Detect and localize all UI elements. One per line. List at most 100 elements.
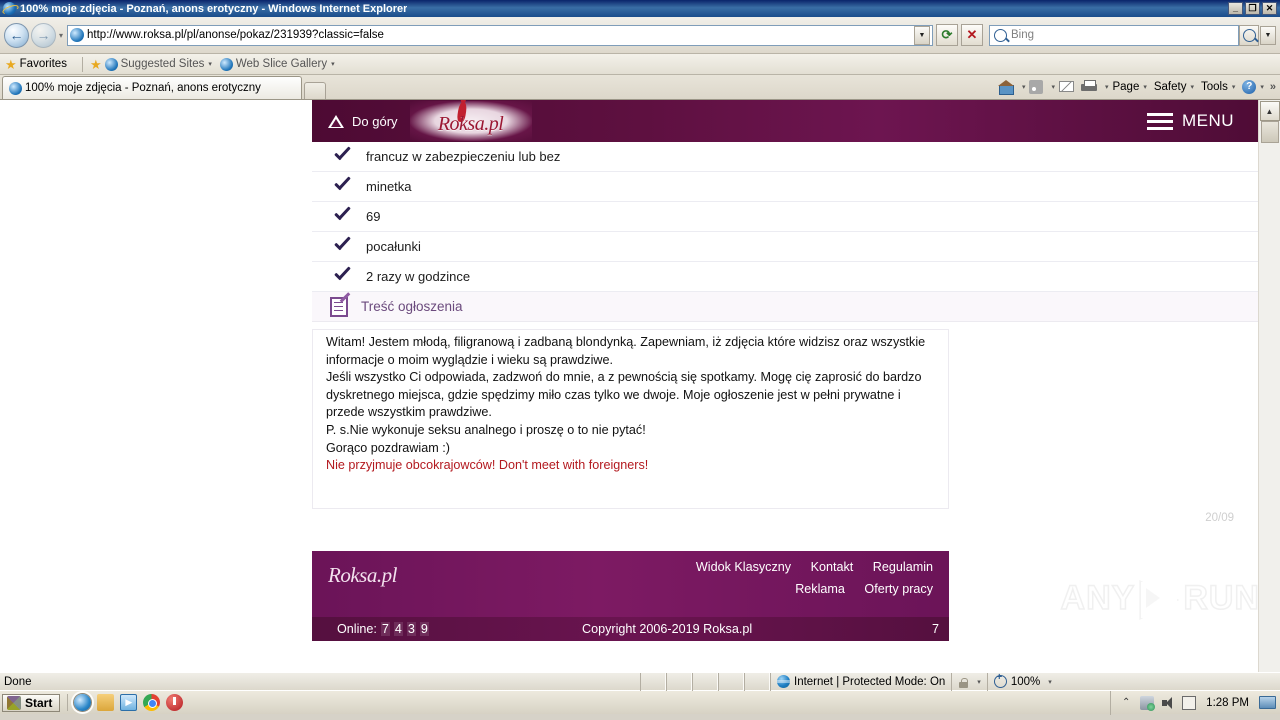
back-to-top-link[interactable]: Do góry [328, 114, 398, 129]
chevron-down-icon[interactable]: ▾ [1022, 83, 1026, 91]
checklist-label: 2 razy w godzince [366, 269, 471, 284]
vertical-scrollbar[interactable]: ▲ [1258, 100, 1280, 672]
print-button[interactable] [1078, 80, 1100, 93]
chevron-down-icon: ▾ [977, 678, 981, 686]
footer-link-regulamin[interactable]: Regulamin [873, 560, 933, 574]
tab-bar: 100% moje zdjęcia - Poznań, anons erotyc… [0, 75, 1280, 100]
browser-tab[interactable]: 100% moje zdjęcia - Poznań, anons erotyc… [2, 76, 302, 99]
footer-link-kontakt[interactable]: Kontakt [811, 560, 854, 574]
address-dropdown-icon[interactable]: ▼ [914, 25, 930, 45]
security-zone-label: Internet | Protected Mode: On [794, 675, 946, 688]
check-icon [332, 236, 354, 258]
search-provider-dropdown-icon[interactable]: ▼ [1260, 25, 1276, 45]
web-slice-gallery-icon [219, 57, 233, 71]
action-center-flag-icon[interactable] [1182, 695, 1197, 710]
navigation-bar: ← → ▾ http://www.roksa.pl/pl/anonse/poka… [0, 17, 1280, 54]
recent-pages-caret-icon[interactable]: ▾ [59, 31, 63, 40]
window-title-bar: 100% moje zdjęcia - Poznań, anons erotyc… [0, 0, 1280, 17]
triangle-up-icon [328, 114, 344, 128]
home-icon [997, 79, 1014, 95]
checklist-label: francuz w zabezpieczeniu lub bez [366, 149, 561, 164]
taskbar-folder-icon[interactable] [97, 694, 115, 711]
safety-menu-button[interactable]: Safety ▾ [1151, 81, 1197, 93]
taskbar-stop-icon[interactable] [166, 694, 184, 711]
favorites-button[interactable]: Favorites [20, 58, 67, 70]
taskbar-chrome-icon[interactable] [143, 694, 161, 711]
status-cell [692, 672, 718, 691]
favbar-item-web-slice-gallery[interactable]: Web Slice Gallery ▾ [236, 58, 335, 70]
favorites-star-icon: ★ [5, 56, 17, 72]
chevron-down-icon: ▾ [1260, 83, 1264, 91]
taskbar-media-player-icon[interactable]: ▶ [120, 694, 138, 711]
search-submit-button[interactable] [1239, 24, 1259, 46]
restore-button[interactable]: ❐ [1245, 2, 1260, 15]
rss-icon [1029, 79, 1044, 94]
online-label: Online: [337, 622, 377, 636]
network-icon[interactable] [1140, 695, 1156, 711]
page-left-margin [0, 100, 312, 672]
chevron-down-icon[interactable]: ▾ [1051, 83, 1055, 91]
tools-menu-button[interactable]: Tools ▾ [1198, 81, 1238, 93]
address-bar-url: http://www.roksa.pl/pl/anonse/pokaz/2319… [87, 29, 384, 41]
chevron-down-icon[interactable]: ▾ [1105, 83, 1109, 91]
address-bar[interactable]: http://www.roksa.pl/pl/anonse/pokaz/2319… [67, 24, 933, 46]
start-button[interactable]: Start [2, 693, 61, 712]
command-bar-overflow-button[interactable]: » [1270, 81, 1276, 93]
back-to-top-label: Do góry [352, 113, 398, 129]
home-button[interactable] [995, 79, 1017, 95]
status-text: Done [4, 675, 32, 688]
feeds-button[interactable] [1026, 79, 1046, 94]
advert-date-stamp: 20/09 [1205, 512, 1234, 524]
system-tray: ⌃ 1:28 PM [1110, 690, 1280, 715]
advert-paragraph: P. s.Nie wykonuje seksu analnego i prosz… [326, 422, 646, 437]
document-edit-icon [330, 296, 348, 317]
zoom-control[interactable]: 100% ▾ [986, 672, 1058, 691]
footer-logo[interactable]: Roksa.pl [328, 563, 397, 588]
page-menu-button[interactable]: Page ▾ [1109, 81, 1149, 93]
tab-label: 100% moje zdjęcia - Poznań, anons erotyc… [25, 82, 261, 94]
service-checklist: francuz w zabezpieczeniu lub bez minetka… [312, 142, 1258, 292]
footer-link-reklama[interactable]: Reklama [795, 582, 845, 596]
taskbar-ie-icon[interactable] [74, 694, 92, 711]
online-digit: 4 [393, 622, 403, 636]
show-hidden-icons-icon[interactable]: ⌃ [1119, 696, 1133, 710]
footer-link-oferty-pracy[interactable]: Oferty pracy [864, 582, 933, 596]
favorites-bar: ★ Favorites ★ Suggested Sites ▾ Web Slic… [0, 54, 1280, 75]
status-cell [640, 672, 666, 691]
show-desktop-button[interactable] [1259, 696, 1276, 709]
new-tab-button[interactable] [304, 82, 326, 99]
windows-taskbar: Start ▶ ⌃ 1:28 PM [0, 690, 1280, 715]
stop-button[interactable]: ✕ [961, 24, 983, 46]
scrollbar-thumb[interactable] [1260, 121, 1279, 143]
chevron-down-icon: ▾ [1048, 678, 1052, 686]
clock[interactable]: 1:28 PM [1203, 697, 1252, 709]
page-favicon-icon [70, 28, 85, 42]
hamburger-menu-icon [1146, 112, 1173, 130]
footer-link-widok-klasyczny[interactable]: Widok Klasyczny [696, 560, 791, 574]
site-logo[interactable]: Roksa.pl [409, 101, 532, 141]
scroll-up-button[interactable]: ▲ [1259, 101, 1280, 121]
refresh-button[interactable]: ⟳ [936, 24, 958, 46]
mail-button[interactable] [1056, 81, 1077, 92]
minimize-button[interactable]: _ [1228, 2, 1243, 15]
add-to-favorites-bar-icon[interactable]: ★ [90, 58, 102, 71]
menu-button[interactable]: MENU [1146, 111, 1234, 131]
volume-icon[interactable] [1161, 696, 1175, 710]
security-zone[interactable]: Internet | Protected Mode: On [770, 672, 951, 691]
help-menu-button[interactable]: ? ▾ [1239, 79, 1267, 94]
internet-zone-icon [777, 675, 790, 688]
advert-paragraph: Jeśli wszystko Ci odpowiada, zadzwoń do … [326, 370, 922, 420]
back-button[interactable]: ← [4, 22, 29, 48]
search-box[interactable]: Bing [989, 24, 1239, 46]
list-item: minetka [312, 172, 1258, 202]
favbar-item-label: Web Slice Gallery [235, 58, 328, 70]
forward-button[interactable]: → [31, 22, 56, 48]
list-item: pocałunki [312, 232, 1258, 262]
advert-paragraph: Witam! Jestem młodą, filigranową i zadba… [326, 335, 926, 367]
privacy-report-button[interactable]: ▾ [951, 672, 987, 691]
favbar-item-suggested-sites[interactable]: Suggested Sites ▾ [121, 58, 212, 70]
chevron-down-icon: ▾ [208, 61, 212, 68]
zoom-in-icon [993, 672, 1007, 688]
close-button[interactable]: ✕ [1262, 2, 1277, 15]
chevron-down-icon: ▾ [331, 61, 335, 68]
